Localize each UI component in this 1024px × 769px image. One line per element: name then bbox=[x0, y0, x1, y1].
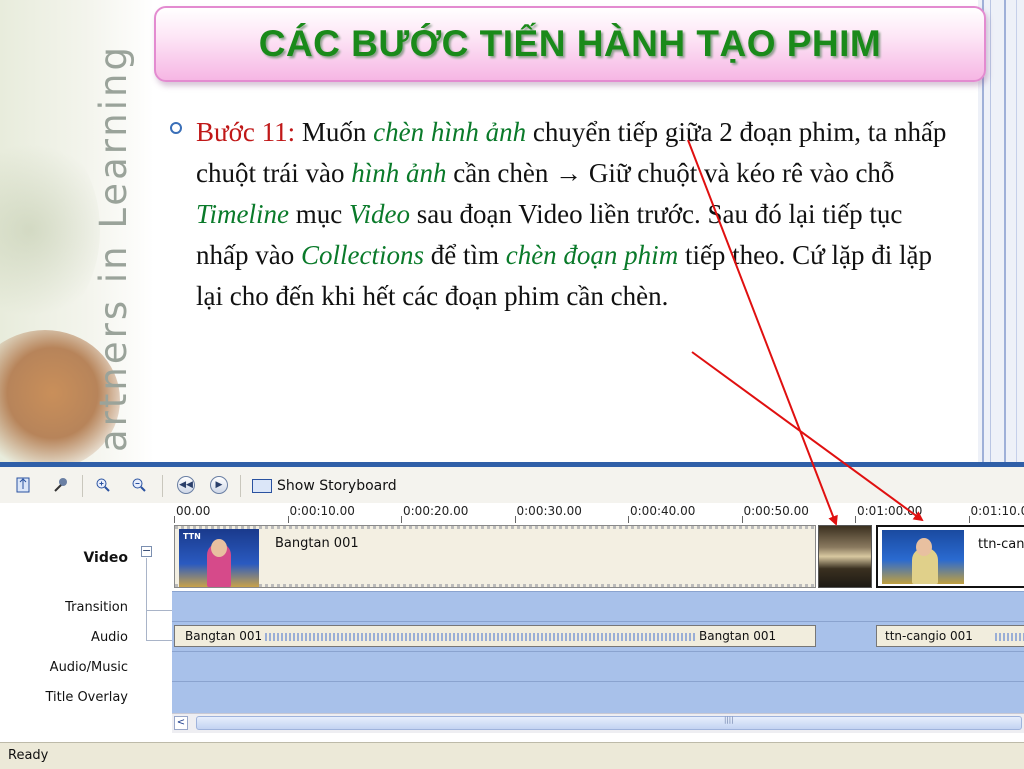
keyword-text: Timeline bbox=[196, 199, 289, 229]
ruler-tick-mark bbox=[855, 516, 856, 523]
keyword-text: chèn hình ảnh bbox=[373, 117, 526, 147]
zoom-in-icon[interactable] bbox=[94, 476, 112, 494]
audio-clip-label: Bangtan 001 bbox=[185, 629, 262, 643]
audio-waveform bbox=[995, 633, 1024, 641]
scroll-left-arrow-icon[interactable]: < bbox=[174, 716, 188, 730]
narrate-timeline-icon[interactable] bbox=[14, 476, 32, 494]
ruler-tick-mark bbox=[628, 516, 629, 523]
transition-image-clip[interactable] bbox=[818, 525, 872, 588]
slide-title: CÁC BƯỚC TIẾN HÀNH TẠO PHIM bbox=[259, 23, 882, 65]
instruction-paragraph: Bước 11: Muốn chèn hình ảnh chuyển tiếp … bbox=[196, 112, 956, 317]
tree-line bbox=[146, 558, 147, 641]
video-clip-thumbnail bbox=[882, 530, 964, 584]
paragraph-text: cần chèn → Giữ chuột và kéo rê vào chỗ bbox=[446, 158, 894, 188]
track-label-video: Video bbox=[83, 550, 128, 566]
decorative-shape bbox=[0, 130, 100, 330]
status-text: Ready bbox=[8, 748, 48, 763]
keyword-text: hình ảnh bbox=[351, 158, 446, 188]
keyword-text: Collections bbox=[301, 240, 424, 270]
title-overlay-track[interactable] bbox=[172, 681, 1024, 713]
horizontal-scrollbar[interactable]: < |||| bbox=[172, 713, 1024, 733]
audio-clip-bangtan[interactable]: Bangtan 001 Bangtan 001 bbox=[174, 625, 816, 647]
video-clip-title: ttn-can bbox=[978, 537, 1024, 552]
transition-track[interactable] bbox=[172, 591, 1024, 621]
watermark-text: artners in Learning bbox=[92, 44, 135, 452]
time-ruler[interactable]: 00.00 0:00:10.00 0:00:20.00 0:00:30.00 0:00:… bbox=[172, 503, 1024, 524]
ruler-tick-label: 0:01:00.00 bbox=[857, 504, 922, 518]
decorative-side-panel: artners in Learning bbox=[0, 0, 154, 462]
ruler-tick-mark bbox=[969, 516, 970, 523]
show-storyboard-button[interactable]: Show Storyboard bbox=[252, 476, 397, 496]
audio-music-track[interactable] bbox=[172, 651, 1024, 681]
keyword-text: chèn đoạn phim bbox=[506, 240, 678, 270]
tree-line bbox=[146, 610, 172, 611]
status-bar: Ready bbox=[0, 742, 1024, 769]
paragraph-text: mục bbox=[289, 199, 349, 229]
scrollbar-thumb[interactable] bbox=[196, 716, 1022, 730]
ruler-tick-mark bbox=[401, 516, 402, 523]
tree-line bbox=[146, 640, 172, 641]
ruler-tick-label: 0:00:10.00 bbox=[290, 504, 355, 518]
collapse-video-track-button[interactable]: − bbox=[141, 546, 152, 557]
zoom-out-icon[interactable] bbox=[130, 476, 148, 494]
audio-clip-label: ttn-cangio 001 bbox=[885, 629, 973, 643]
play-icon[interactable]: ▶ bbox=[210, 476, 228, 494]
storyboard-icon bbox=[252, 479, 272, 493]
ruler-tick-label: 0:01:10.00 bbox=[971, 504, 1024, 518]
ruler-tick-label: 0:00:20.00 bbox=[403, 504, 468, 518]
video-clip-bangtan[interactable]: TTN Bangtan 001 bbox=[174, 525, 816, 588]
track-label-audio-music: Audio/Music bbox=[50, 660, 128, 675]
paragraph-text: Muốn bbox=[302, 117, 373, 147]
track-label-column: Video − Transition Audio Audio/Music Tit… bbox=[0, 503, 172, 742]
toolbar-separator bbox=[82, 475, 83, 497]
step-label: Bước 11: bbox=[196, 117, 302, 147]
scrollbar-grip-icon: |||| bbox=[724, 716, 733, 724]
ruler-tick-label: 0:00:30.00 bbox=[517, 504, 582, 518]
ruler-tick-label: 0:00:50.00 bbox=[744, 504, 809, 518]
video-clip-ttn[interactable]: ttn-can bbox=[876, 525, 1024, 588]
ruler-tick-label: 00.00 bbox=[176, 504, 210, 518]
toolbar-separator bbox=[240, 475, 241, 497]
timeline-window: ◀◀ ▶ Show Storyboard Video − Transition … bbox=[0, 462, 1024, 768]
slide-title-banner: CÁC BƯỚC TIẾN HÀNH TẠO PHIM bbox=[154, 6, 986, 82]
track-label-audio: Audio bbox=[91, 630, 128, 645]
track-label-title-overlay: Title Overlay bbox=[45, 690, 128, 705]
audio-levels-icon[interactable] bbox=[52, 476, 70, 494]
paragraph-text: để tìm bbox=[424, 240, 506, 270]
rewind-icon[interactable]: ◀◀ bbox=[177, 476, 195, 494]
bullet-icon bbox=[170, 122, 182, 134]
audio-track[interactable]: Bangtan 001 Bangtan 001 ttn-cangio 001 bbox=[172, 621, 1024, 651]
timeline-toolbar: ◀◀ ▶ Show Storyboard bbox=[0, 467, 1024, 503]
ruler-tick-label: 0:00:40.00 bbox=[630, 504, 695, 518]
toolbar-separator bbox=[162, 475, 163, 497]
ruler-tick-mark bbox=[742, 516, 743, 523]
video-clip-thumbnail: TTN bbox=[179, 529, 259, 587]
keyword-text: Video bbox=[349, 199, 410, 229]
audio-clip-label: Bangtan 001 bbox=[699, 629, 776, 643]
audio-waveform bbox=[265, 633, 695, 641]
show-storyboard-label: Show Storyboard bbox=[277, 478, 397, 494]
video-track[interactable]: TTN Bangtan 001 ttn-can bbox=[172, 523, 1024, 591]
video-clip-title: Bangtan 001 bbox=[275, 536, 359, 551]
ruler-tick-mark bbox=[515, 516, 516, 523]
ruler-tick-mark bbox=[174, 516, 175, 523]
track-label-transition: Transition bbox=[65, 600, 128, 615]
audio-clip-ttn[interactable]: ttn-cangio 001 bbox=[876, 625, 1024, 647]
ruler-tick-mark bbox=[288, 516, 289, 523]
